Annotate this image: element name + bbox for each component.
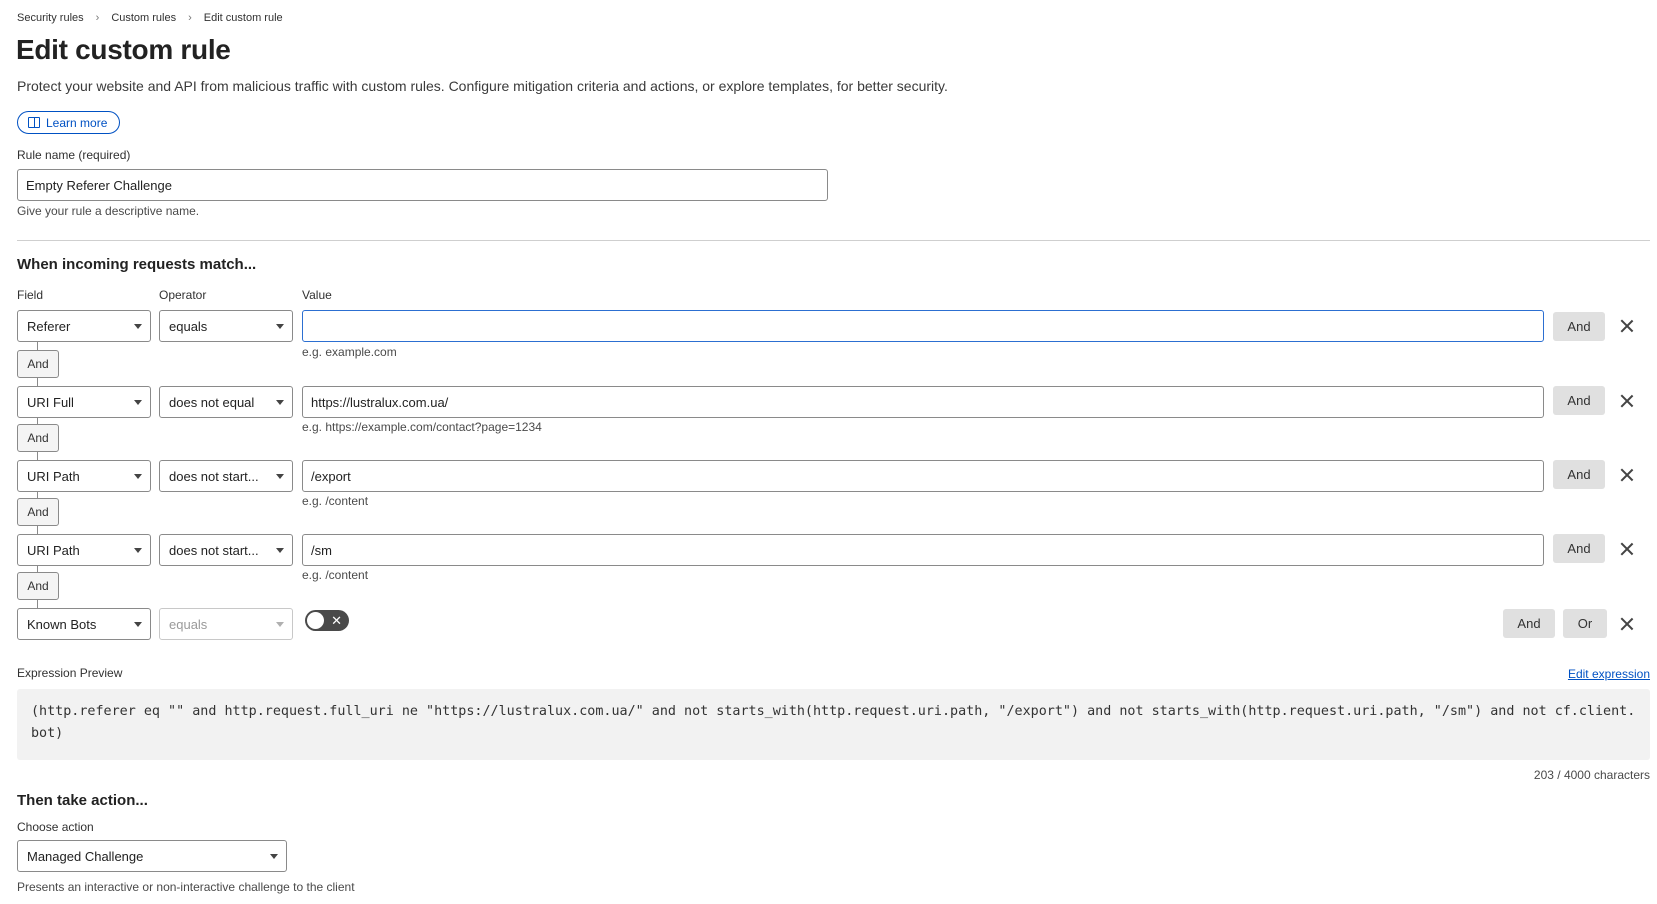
choose-action-label: Choose action xyxy=(17,820,94,834)
match-section-title: When incoming requests match... xyxy=(17,256,257,273)
breadcrumb-current: Edit custom rule xyxy=(203,12,283,24)
condition-3-operator-value: does not start... xyxy=(169,468,259,484)
condition-2-operator-select[interactable]: does not equal xyxy=(159,386,293,418)
condition-2-and-button[interactable]: And xyxy=(1553,386,1605,415)
rule-name-label: Rule name (required) xyxy=(17,148,131,162)
and-connector-1[interactable]: And xyxy=(17,350,59,378)
chevron-down-icon xyxy=(134,622,142,627)
condition-2-hint: e.g. https://example.com/contact?page=12… xyxy=(302,420,542,434)
chevron-down-icon xyxy=(134,474,142,479)
and-connector-2[interactable]: And xyxy=(17,424,59,452)
condition-4-remove-icon[interactable] xyxy=(1619,541,1635,557)
character-count: 203 / 4000 characters xyxy=(1533,768,1650,782)
condition-5-and-button[interactable]: And xyxy=(1503,609,1555,638)
and-connector-3[interactable]: And xyxy=(17,498,59,526)
connector-line xyxy=(37,452,38,460)
page-title: Edit custom rule xyxy=(16,34,231,65)
condition-5-or-button[interactable]: Or xyxy=(1563,609,1607,638)
chevron-down-icon xyxy=(134,548,142,553)
chevron-down-icon xyxy=(270,854,278,859)
chevron-down-icon xyxy=(134,324,142,329)
condition-1-value-input[interactable] xyxy=(302,310,1544,342)
operator-column-header: Operator xyxy=(159,288,207,302)
section-divider xyxy=(17,240,1650,241)
condition-3-hint: e.g. /content xyxy=(302,494,369,508)
condition-5-remove-icon[interactable] xyxy=(1619,616,1635,632)
learn-more-button[interactable]: Learn more xyxy=(17,111,121,134)
toggle-knob xyxy=(307,612,324,629)
breadcrumb-custom-rules[interactable]: Custom rules xyxy=(111,12,176,24)
condition-1-and-button[interactable]: And xyxy=(1553,312,1605,341)
condition-4-field-select[interactable]: URI Path xyxy=(17,534,151,566)
connector-line xyxy=(37,378,38,386)
condition-4-field-value: URI Path xyxy=(27,542,80,558)
condition-1-field-value: Referer xyxy=(27,318,71,334)
chevron-down-icon xyxy=(276,324,284,329)
action-select-value: Managed Challenge xyxy=(27,848,144,864)
condition-4-operator-value: does not start... xyxy=(169,542,259,558)
close-icon: ✕ xyxy=(331,613,342,628)
learn-more-label: Learn more xyxy=(46,115,108,130)
connector-line xyxy=(37,342,38,350)
known-bots-toggle[interactable]: ✕ xyxy=(305,610,349,631)
expression-preview-label: Expression Preview xyxy=(17,666,123,680)
expression-preview-code: (http.referer eq "" and http.request.ful… xyxy=(17,689,1650,760)
field-column-header: Field xyxy=(17,288,44,302)
connector-line xyxy=(37,526,38,534)
edit-expression-link[interactable]: Edit expression xyxy=(1568,667,1650,681)
condition-4-hint: e.g. /content xyxy=(302,568,369,582)
condition-3-value-input[interactable] xyxy=(302,460,1544,492)
action-section-title: Then take action... xyxy=(17,792,148,809)
condition-2-field-select[interactable]: URI Full xyxy=(17,386,151,418)
condition-2-field-value: URI Full xyxy=(27,394,74,410)
condition-4-operator-select[interactable]: does not start... xyxy=(159,534,293,566)
rule-name-input[interactable] xyxy=(17,169,828,201)
condition-5-field-select[interactable]: Known Bots xyxy=(17,608,151,640)
condition-5-operator-value: equals xyxy=(169,616,208,632)
condition-5-field-value: Known Bots xyxy=(27,616,97,632)
condition-3-remove-icon[interactable] xyxy=(1619,467,1635,483)
page-description: Protect your website and API from malici… xyxy=(17,78,948,94)
condition-4-and-button[interactable]: And xyxy=(1553,534,1605,563)
value-column-header: Value xyxy=(302,288,332,302)
condition-4-value-input[interactable] xyxy=(302,534,1544,566)
rule-name-hint: Give your rule a descriptive name. xyxy=(17,204,200,218)
condition-2-value-input[interactable] xyxy=(302,386,1544,418)
book-icon xyxy=(28,117,40,128)
condition-2-operator-value: does not equal xyxy=(169,394,255,410)
action-select[interactable]: Managed Challenge xyxy=(17,840,287,872)
breadcrumb: Security rules › Custom rules › Edit cus… xyxy=(17,12,283,24)
chevron-down-icon xyxy=(276,474,284,479)
chevron-down-icon xyxy=(276,548,284,553)
chevron-down-icon xyxy=(276,622,284,627)
condition-3-operator-select[interactable]: does not start... xyxy=(159,460,293,492)
condition-5-operator-select: equals xyxy=(159,608,293,640)
action-hint: Presents an interactive or non-interacti… xyxy=(17,880,355,894)
condition-3-field-value: URI Path xyxy=(27,468,80,484)
condition-1-hint: e.g. example.com xyxy=(302,345,397,359)
breadcrumb-separator-icon: › xyxy=(188,12,192,24)
condition-1-remove-icon[interactable] xyxy=(1619,318,1635,334)
condition-1-field-select[interactable]: Referer xyxy=(17,310,151,342)
condition-2-remove-icon[interactable] xyxy=(1619,393,1635,409)
condition-3-field-select[interactable]: URI Path xyxy=(17,460,151,492)
breadcrumb-security-rules[interactable]: Security rules xyxy=(17,12,84,24)
condition-1-operator-select[interactable]: equals xyxy=(159,310,293,342)
condition-1-operator-value: equals xyxy=(169,318,208,334)
condition-3-and-button[interactable]: And xyxy=(1553,460,1605,489)
chevron-down-icon xyxy=(134,400,142,405)
breadcrumb-separator-icon: › xyxy=(95,12,100,24)
connector-line xyxy=(37,600,38,608)
chevron-down-icon xyxy=(276,400,284,405)
and-connector-4[interactable]: And xyxy=(17,572,59,600)
